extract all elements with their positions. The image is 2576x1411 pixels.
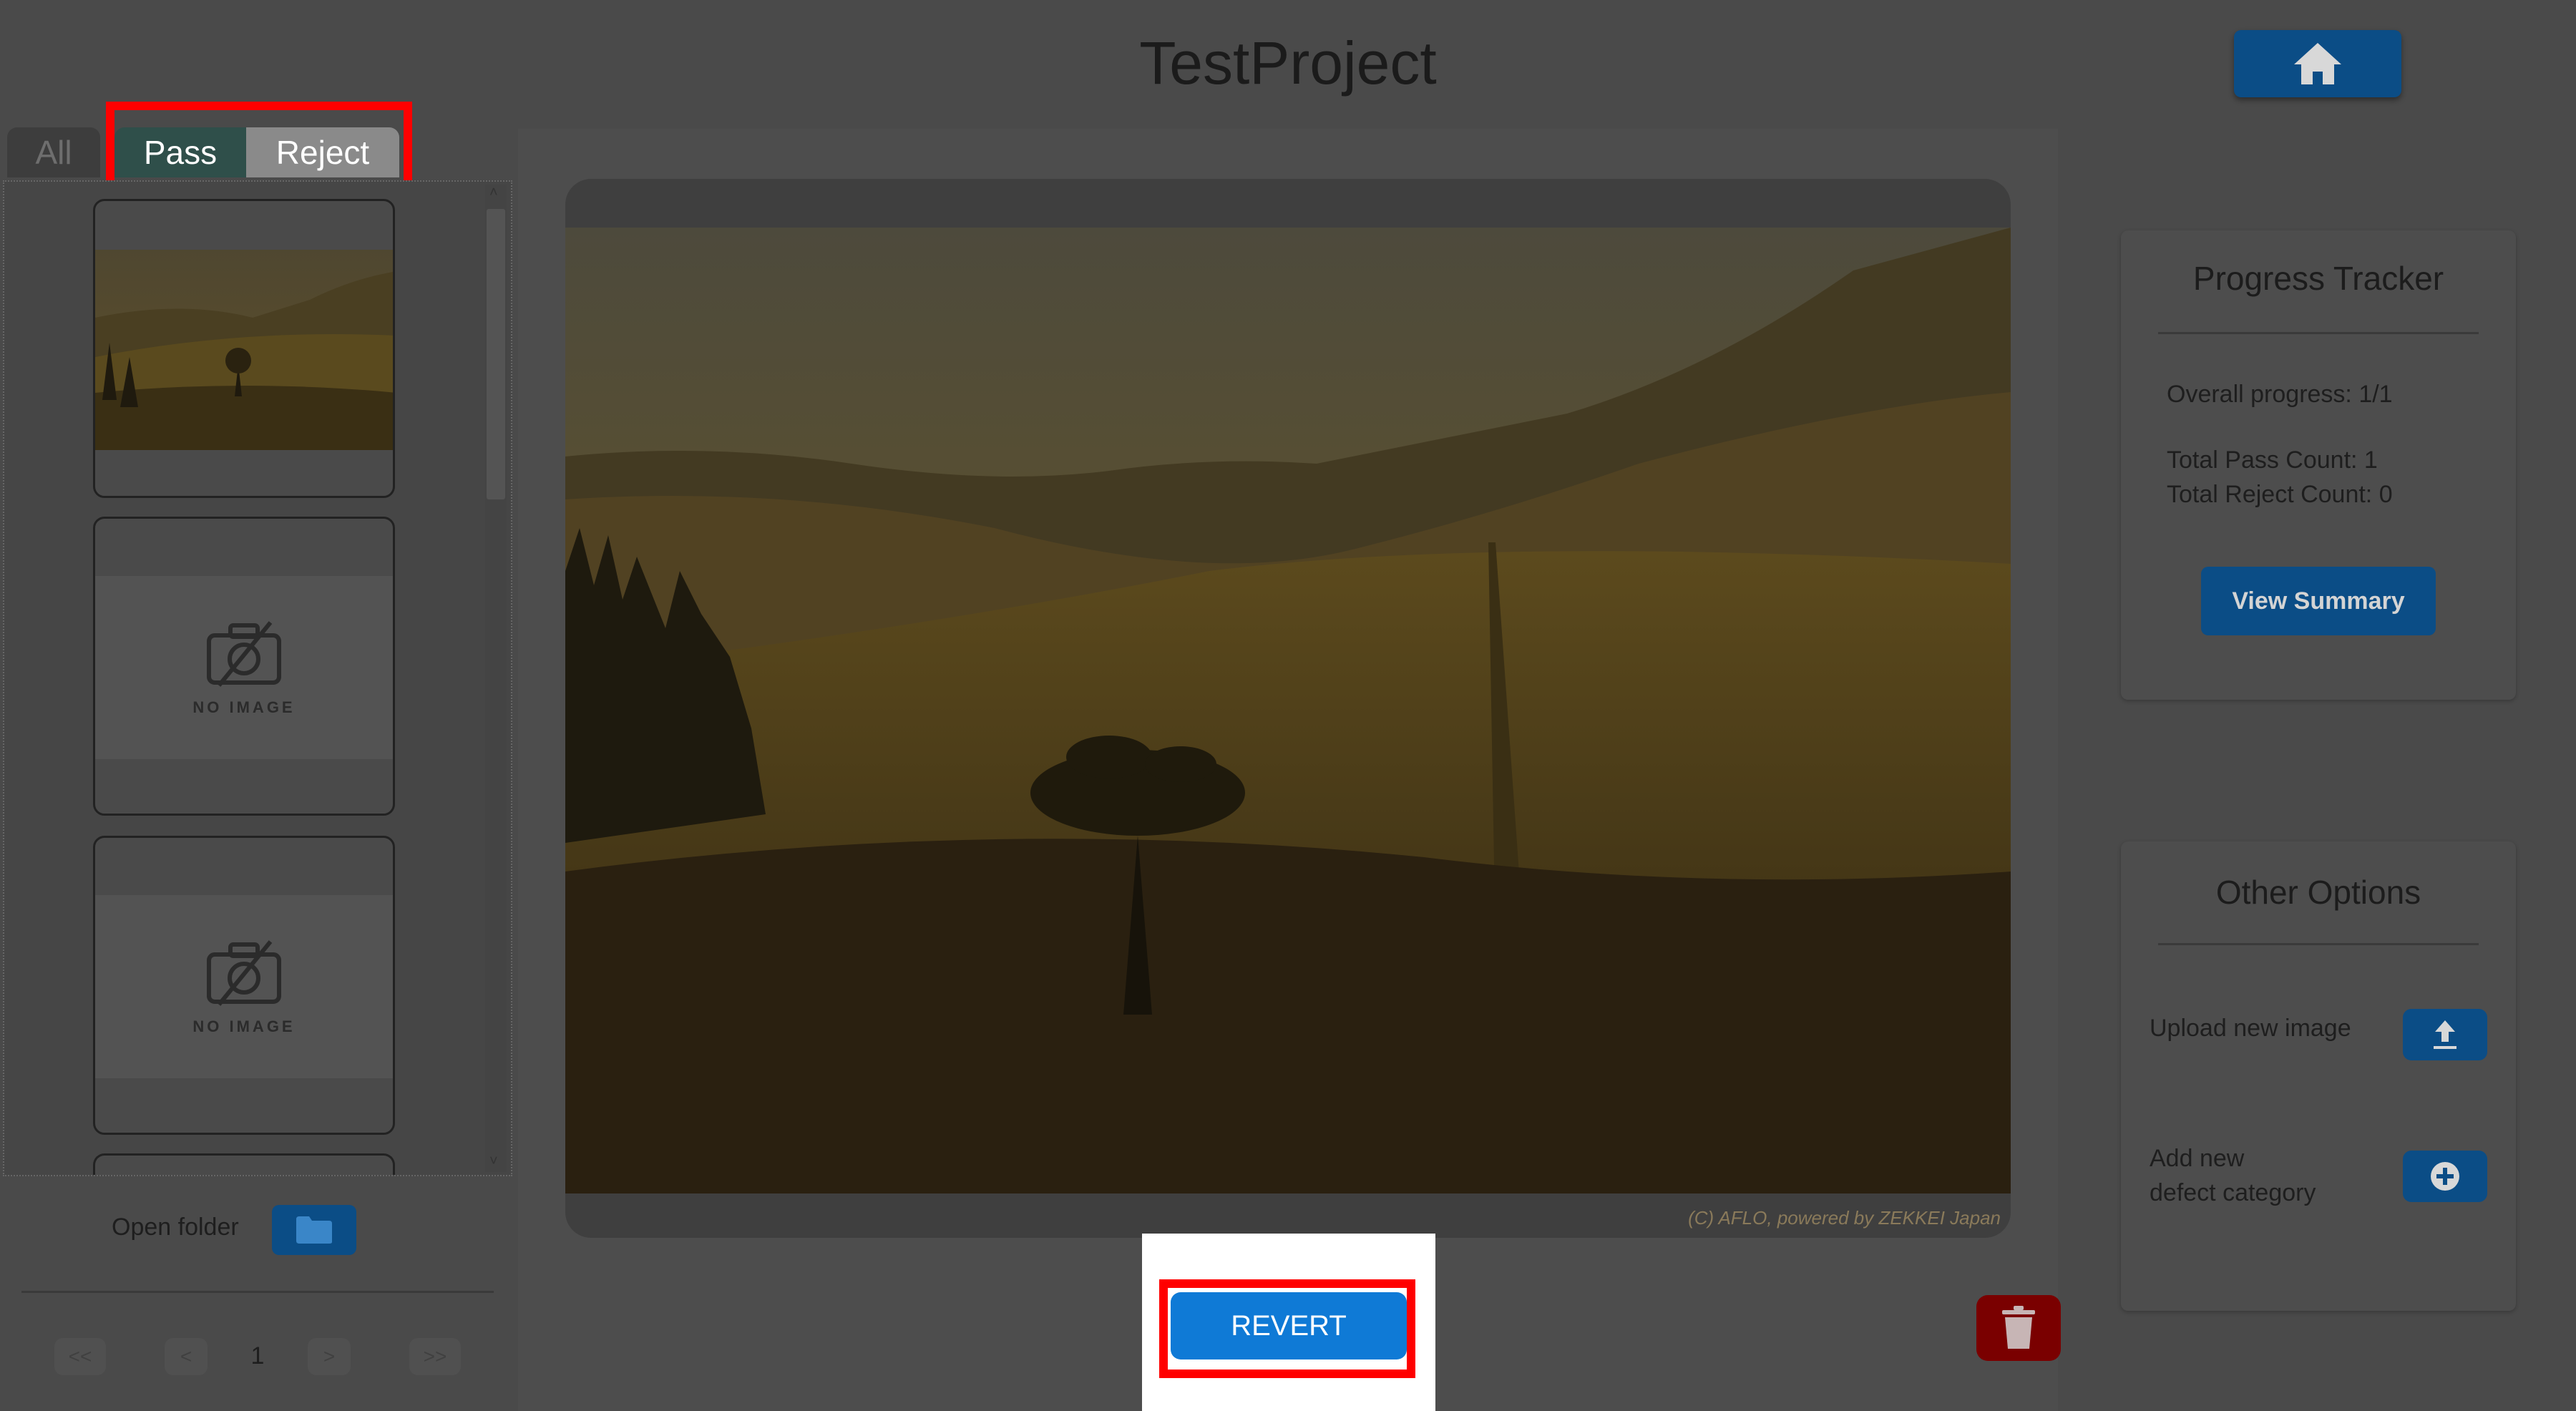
progress-tracker-card: Progress Tracker Overall progress: 1/1 T… [2121, 230, 2516, 700]
divider [2158, 943, 2479, 945]
home-button[interactable] [2234, 30, 2401, 97]
open-folder-button[interactable] [272, 1205, 356, 1255]
reject-count: Total Reject Count: 0 [2167, 481, 2393, 508]
add-defect-label-line1: Add new [2150, 1145, 2245, 1172]
page-number: 1 [250, 1342, 265, 1370]
thumbnail-card[interactable] [93, 199, 395, 498]
divider [21, 1291, 494, 1293]
image-credit: (C) AFLO, powered by ZEKKEI Japan [1688, 1207, 2001, 1229]
upload-image-label: Upload new image [2150, 1015, 2351, 1042]
no-camera-icon [207, 940, 281, 1006]
scroll-up-arrow-icon[interactable]: ˄ [489, 185, 498, 201]
add-defect-label-line2: defect category [2150, 1179, 2316, 1206]
no-image-label: NO IMAGE [192, 1017, 296, 1035]
scroll-down-arrow-icon[interactable]: ˅ [489, 1153, 498, 1170]
add-defect-category-button[interactable] [2403, 1151, 2487, 1202]
tab-reject[interactable]: Reject [246, 127, 399, 177]
scrollbar-thumb[interactable] [487, 209, 505, 499]
overall-progress: Overall progress: 1/1 [2167, 381, 2393, 408]
thumbnail-card[interactable]: NO IMAGE [93, 517, 395, 816]
tab-pass[interactable]: Pass [114, 127, 246, 177]
home-icon [2294, 43, 2341, 84]
view-summary-button[interactable]: View Summary [2201, 567, 2436, 635]
other-options-title: Other Options [2215, 874, 2421, 911]
no-image-placeholder: NO IMAGE [95, 895, 393, 1078]
no-image-placeholder: NO IMAGE [95, 576, 393, 759]
no-image-label: NO IMAGE [192, 698, 296, 716]
main-image [565, 228, 2011, 1193]
no-camera-icon [207, 621, 281, 687]
prev-page-button[interactable]: < [165, 1338, 208, 1375]
other-options-card: Other Options Upload new image Add new d… [2121, 841, 2516, 1311]
delete-button[interactable] [1976, 1295, 2061, 1361]
folder-icon [296, 1216, 332, 1244]
pass-count: Total Pass Count: 1 [2167, 446, 2378, 474]
next-page-button[interactable]: > [308, 1338, 351, 1375]
landscape-thumbnail [95, 250, 393, 450]
page-title: TestProject [1139, 29, 1437, 97]
open-folder-label: Open folder [112, 1214, 239, 1241]
thumbnail-card[interactable]: NO IMAGE [93, 836, 395, 1135]
last-page-button[interactable]: >> [409, 1338, 461, 1375]
first-page-button[interactable]: << [54, 1338, 106, 1375]
divider [2158, 332, 2479, 334]
progress-tracker-title: Progress Tracker [2192, 260, 2444, 297]
thumbnail-card[interactable] [93, 1153, 395, 1175]
trash-icon [2002, 1306, 2035, 1349]
upload-icon [2434, 1020, 2457, 1049]
image-viewer[interactable]: (C) AFLO, powered by ZEKKEI Japan [565, 179, 2011, 1238]
plus-circle-icon [2431, 1162, 2459, 1191]
revert-button[interactable]: REVERT [1171, 1292, 1407, 1359]
tab-all[interactable]: All [7, 127, 100, 177]
upload-image-button[interactable] [2403, 1009, 2487, 1060]
